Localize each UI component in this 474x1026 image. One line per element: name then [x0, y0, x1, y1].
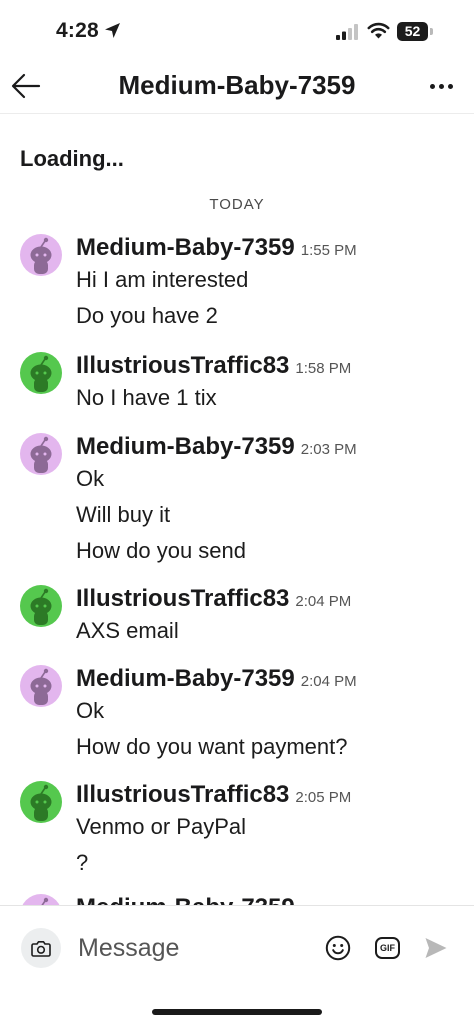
message-timestamp: 2:04 PM [295, 593, 352, 610]
avatar[interactable] [20, 234, 62, 276]
message-username[interactable]: IllustriousTraffic83 [76, 352, 289, 379]
message-text: Ok [76, 466, 105, 491]
chat-title: Medium-Baby-7359 [118, 70, 356, 100]
message-text: Hi I am interested [76, 267, 249, 292]
message-text: How do you want payment? [76, 734, 348, 759]
status-bar: 4:28 52 [0, 0, 474, 62]
avatar[interactable] [20, 781, 62, 823]
avatar[interactable] [20, 433, 62, 475]
loading-text: Loading... [20, 146, 124, 171]
gif-button[interactable]: GIF [375, 937, 400, 959]
message-timestamp: 1:55 PM [300, 242, 357, 259]
snoo-avatar-icon [30, 355, 52, 392]
message-header: IllustriousTraffic83 2:04 PM [76, 585, 351, 613]
home-indicator [152, 1009, 322, 1015]
cellular-signal-icon [336, 24, 358, 40]
more-horizontal-icon [429, 83, 435, 89]
send-icon[interactable] [424, 936, 448, 960]
avatar[interactable] [20, 352, 62, 394]
message-text: How do you send [76, 538, 246, 563]
snoo-avatar-icon [30, 668, 52, 705]
location-arrow-icon [105, 23, 120, 38]
status-time: 4:28 [56, 19, 99, 42]
day-separator: TODAY [209, 196, 265, 213]
battery-icon: 52 [397, 22, 433, 41]
snoo-avatar-icon [30, 436, 52, 473]
wifi-icon [367, 22, 390, 39]
snoo-avatar-icon [30, 588, 52, 625]
chat-header: Medium-Baby-7359 [0, 62, 474, 114]
message-timestamp: 2:05 PM [295, 789, 352, 806]
message-header: Medium-Baby-7359 2:03 PM [76, 433, 357, 461]
camera-button[interactable] [21, 928, 61, 968]
message-composer: GIF [0, 905, 474, 1026]
snoo-avatar-icon [30, 237, 52, 274]
message-text: Do you have 2 [76, 303, 218, 328]
snoo-avatar-icon [30, 784, 52, 821]
message-text: Venmo or PayPal [76, 814, 246, 839]
message-header: IllustriousTraffic83 1:58 PM [76, 352, 351, 380]
avatar[interactable] [20, 665, 62, 707]
message-text: Ok [76, 698, 105, 723]
message-text: ? [76, 850, 89, 875]
message-text: No I have 1 tix [76, 385, 217, 410]
message-username[interactable]: Medium-Baby-7359 [76, 665, 295, 692]
message-username[interactable]: Medium-Baby-7359 [76, 433, 295, 460]
message-username[interactable]: IllustriousTraffic83 [76, 781, 289, 808]
message-input[interactable] [78, 930, 298, 966]
message-username[interactable]: IllustriousTraffic83 [76, 585, 289, 612]
message-username[interactable]: Medium-Baby-7359 [76, 234, 295, 261]
emoji-icon[interactable] [325, 935, 351, 961]
message-timestamp: 1:58 PM [295, 360, 352, 377]
message-text: AXS email [76, 618, 179, 643]
camera-icon [31, 940, 51, 957]
message-header: Medium-Baby-7359 1:55 PM [76, 234, 357, 262]
battery-percentage: 52 [404, 23, 421, 39]
more-options-button[interactable] [426, 74, 456, 98]
message-timestamp: 2:03 PM [300, 441, 357, 458]
avatar[interactable] [20, 585, 62, 627]
message-text: Will buy it [76, 502, 171, 527]
message-header: IllustriousTraffic83 2:05 PM [76, 781, 351, 809]
message-timestamp: 2:04 PM [300, 673, 357, 690]
message-header: Medium-Baby-7359 2:04 PM [76, 665, 357, 693]
